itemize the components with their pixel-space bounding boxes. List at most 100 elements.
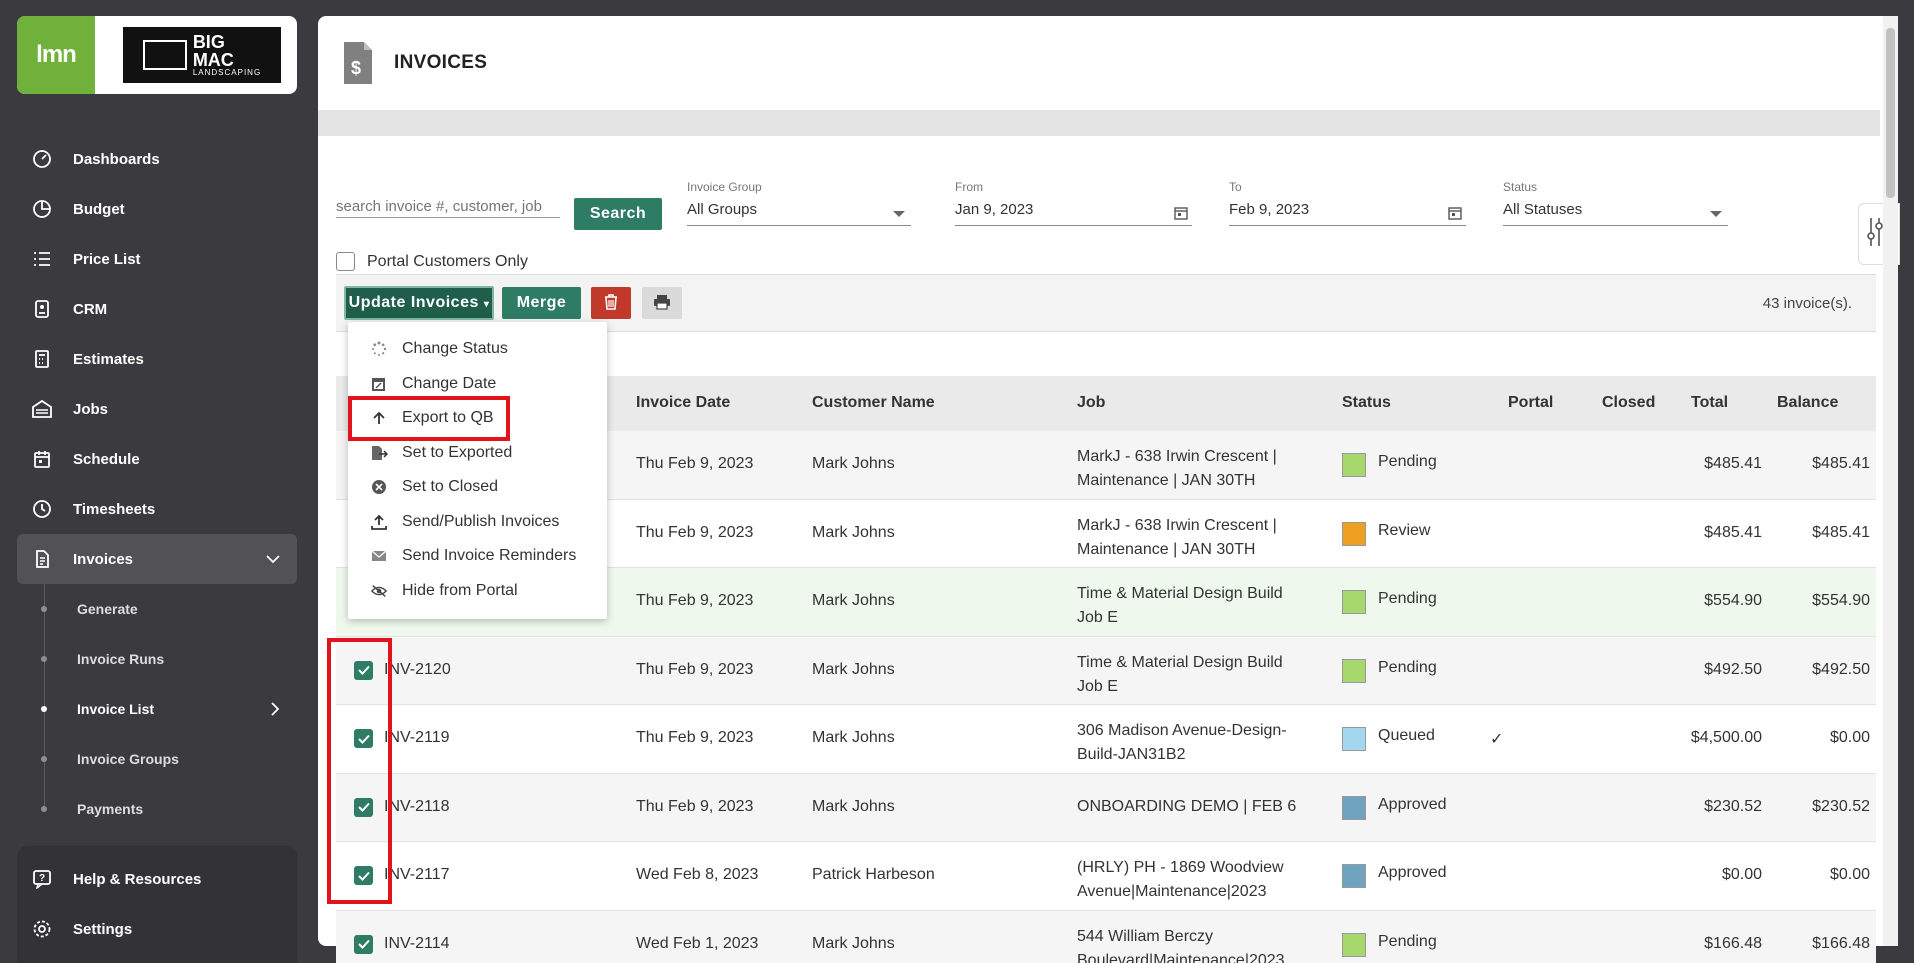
customer-name: Patrick Harbeson — [812, 866, 935, 883]
job-name: Time & Material Design Build Job E — [1077, 653, 1283, 695]
dashboard-gauge-icon — [31, 148, 53, 170]
sidebar-item-settings[interactable]: Settings — [17, 904, 297, 954]
status-text: Pending — [1378, 932, 1437, 950]
col-closed[interactable]: Closed — [1602, 394, 1655, 412]
invoices-subnav: Generate Invoice Runs Invoice List Invoi… — [17, 584, 297, 834]
sidebar-subitem-payments[interactable]: Payments — [17, 784, 297, 834]
delete-button[interactable] — [591, 287, 631, 319]
sidebar-item-schedule[interactable]: Schedule — [17, 434, 297, 484]
sidebar-item-jobs[interactable]: Jobs — [17, 384, 297, 434]
status-text: Queued — [1378, 727, 1435, 744]
menu-item-hide-from-portal[interactable]: Hide from Portal — [348, 574, 607, 609]
upload-icon — [370, 513, 388, 531]
header-divider-band — [318, 110, 1880, 136]
help-settings-card: ? Help & Resources Settings — [17, 846, 297, 963]
checkbox[interactable] — [336, 252, 355, 271]
col-portal[interactable]: Portal — [1508, 394, 1553, 412]
scrollbar-thumb[interactable] — [1886, 28, 1895, 198]
sidebar-subitem-label: Invoice Runs — [77, 651, 165, 667]
merge-button[interactable]: Merge — [502, 287, 581, 319]
invoice-number[interactable]: INV-2114 — [384, 935, 450, 953]
invoice-date: Thu Feb 9, 2023 — [636, 592, 754, 609]
update-invoices-menu: Change Status Change Date Export to QB S… — [348, 322, 607, 619]
status-swatch — [1342, 658, 1366, 683]
table-row[interactable]: INV-2119 Thu Feb 9, 2023 Mark Johns 306 Mad… — [336, 705, 1876, 774]
menu-item-send-publish[interactable]: Send/Publish Invoices — [348, 505, 607, 540]
calendar-icon — [31, 448, 53, 470]
sidebar-subitem-invoice-groups[interactable]: Invoice Groups — [17, 734, 297, 784]
sidebar-item-label: Schedule — [73, 450, 140, 468]
search-button[interactable]: Search — [574, 198, 662, 230]
col-balance[interactable]: Balance — [1777, 394, 1838, 412]
calendar-icon[interactable] — [1174, 206, 1188, 220]
row-checkbox-checked[interactable] — [354, 934, 373, 954]
col-job[interactable]: Job — [1077, 394, 1105, 412]
sidebar-item-timesheets[interactable]: Timesheets — [17, 484, 297, 534]
menu-item-label: Set to Exported — [402, 443, 513, 461]
from-date-field[interactable]: From Jan 9, 2023 — [955, 180, 1192, 226]
menu-item-label: Send/Publish Invoices — [402, 512, 560, 530]
search-input[interactable] — [336, 192, 560, 218]
table-row[interactable]: INV-2117 Wed Feb 8, 2023 Patrick Harbeson (… — [336, 842, 1876, 911]
sidebar-item-label: Price List — [73, 250, 141, 268]
sidebar-subitem-invoice-list[interactable]: Invoice List — [17, 684, 297, 734]
sidebar-item-price-list[interactable]: Price List — [17, 234, 297, 284]
sidebar-subitem-label: Payments — [77, 801, 144, 817]
sidebar-item-label: Estimates — [73, 350, 144, 368]
balance-amount: $166.48 — [1812, 934, 1870, 952]
status-swatch — [1342, 864, 1366, 888]
status-select[interactable]: Status All Statuses — [1503, 180, 1728, 226]
col-customer-name[interactable]: Customer Name — [812, 394, 935, 412]
company-logo-line2: MAC — [192, 50, 234, 70]
portal-only-checkbox[interactable]: Portal Customers Only — [336, 252, 528, 271]
invoice-date: Wed Feb 1, 2023 — [636, 934, 759, 952]
invoice-document-icon — [31, 548, 53, 570]
job-name: MarkJ - 638 Irwin Crescent | Maintenance… — [1077, 448, 1277, 489]
to-date-field[interactable]: To Feb 9, 2023 — [1229, 180, 1466, 226]
total-amount: $554.90 — [1704, 592, 1762, 609]
sidebar-item-estimates[interactable]: Estimates — [17, 334, 297, 384]
printer-icon — [653, 294, 671, 313]
status-swatch — [1342, 795, 1366, 820]
col-status[interactable]: Status — [1342, 394, 1391, 412]
chevron-down-icon[interactable] — [263, 549, 283, 569]
total-amount: $485.41 — [1704, 455, 1762, 472]
subnav-dot — [41, 606, 47, 612]
dropdown-caret-icon — [1710, 211, 1722, 217]
status-label: Status — [1503, 180, 1538, 194]
sidebar-item-invoices[interactable]: Invoices — [17, 534, 297, 584]
to-value: Feb 9, 2023 — [1229, 201, 1310, 218]
menu-item-send-reminders[interactable]: Send Invoice Reminders — [348, 539, 607, 574]
invoice-group-select[interactable]: Invoice Group All Groups — [687, 180, 911, 226]
col-total[interactable]: Total — [1691, 394, 1728, 412]
sidebar-subitem-label: Generate — [77, 601, 138, 617]
sidebar-item-crm[interactable]: CRM — [17, 284, 297, 334]
customer-name: Mark Johns — [812, 797, 895, 815]
table-row[interactable]: INV-2114 Wed Feb 1, 2023 Mark Johns 544 Wil… — [336, 910, 1876, 963]
table-row[interactable]: INV-2120 Thu Feb 9, 2023 Mark Johns Time & … — [336, 636, 1876, 705]
invoice-number[interactable]: INV-2120 — [384, 661, 451, 679]
main-nav: Dashboards Budget Price List CRM Estimat… — [17, 134, 297, 834]
update-invoices-button[interactable]: Update Invoices ▾ — [344, 286, 494, 320]
invoice-number[interactable]: INV-2119 — [384, 729, 450, 747]
sidebar-item-dashboards[interactable]: Dashboards — [17, 134, 297, 184]
list-icon — [31, 248, 53, 270]
table-row[interactable]: INV-2118 Thu Feb 9, 2023 Mark Johns ONBOARD… — [336, 773, 1876, 842]
lmn-logo: lmn — [17, 16, 95, 94]
sidebar-subitem-generate[interactable]: Generate — [17, 584, 297, 634]
sidebar-item-help[interactable]: ? Help & Resources — [17, 854, 297, 904]
sidebar-item-budget[interactable]: Budget — [17, 184, 297, 234]
main-scrollbar[interactable] — [1883, 16, 1898, 946]
menu-item-change-status[interactable]: Change Status — [348, 332, 607, 367]
menu-item-set-to-closed[interactable]: Set to Closed — [348, 470, 607, 505]
calendar-icon[interactable] — [1448, 206, 1462, 220]
col-invoice-date[interactable]: Invoice Date — [636, 394, 730, 412]
invoice-number[interactable]: INV-2118 — [384, 798, 450, 816]
sidebar-subitem-invoice-runs[interactable]: Invoice Runs — [17, 634, 297, 684]
print-button[interactable] — [642, 287, 682, 319]
logo-card[interactable]: lmn BIG MAC LANDSCAPING — [17, 16, 297, 94]
menu-item-label: Set to Closed — [402, 478, 499, 496]
customer-name: Mark Johns — [812, 523, 895, 541]
invoice-number[interactable]: INV-2117 — [384, 866, 450, 884]
sidebar-item-label: Help & Resources — [73, 870, 202, 888]
